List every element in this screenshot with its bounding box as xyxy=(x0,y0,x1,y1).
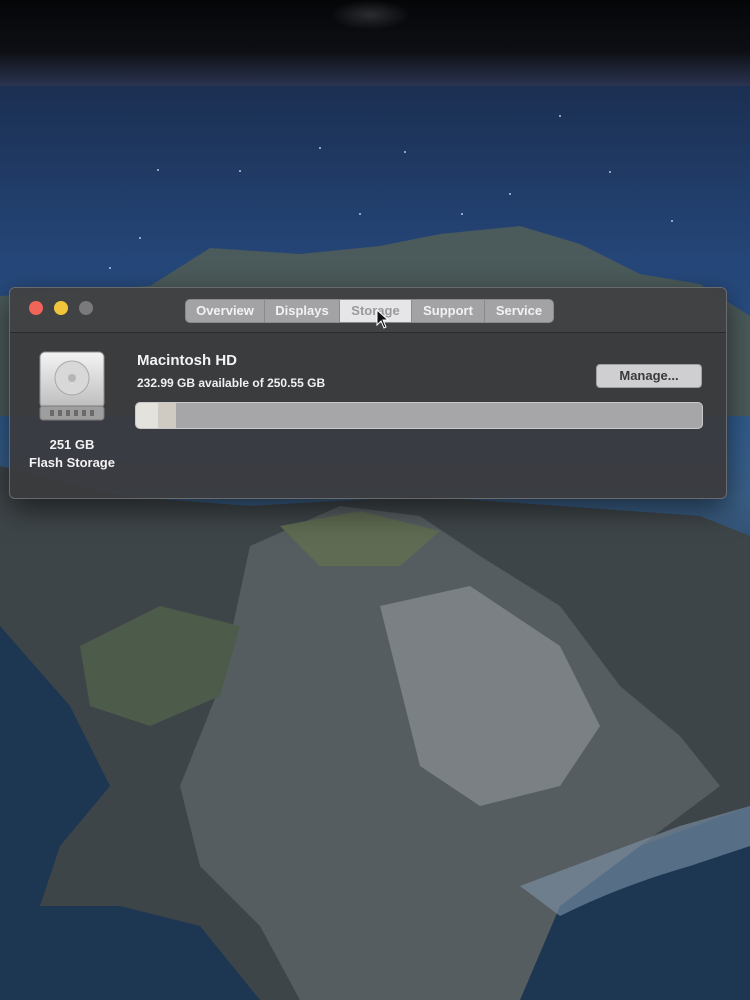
disk-caption: 251 GB Flash Storage xyxy=(10,436,134,472)
wallpaper-landscape xyxy=(0,115,750,1000)
mouse-pointer-icon xyxy=(376,309,390,329)
tab-bar: Overview Displays Storage Support Servic… xyxy=(185,299,554,323)
tab-service[interactable]: Service xyxy=(485,300,553,322)
hard-drive-icon xyxy=(39,351,105,421)
manage-button[interactable]: Manage... xyxy=(596,364,702,388)
minimize-icon[interactable] xyxy=(54,301,68,315)
storage-usage-bar xyxy=(135,402,703,429)
tab-support[interactable]: Support xyxy=(412,300,485,322)
zoom-icon xyxy=(79,301,93,315)
storage-other-segment xyxy=(158,403,176,428)
disk-capacity: 251 GB xyxy=(49,437,95,452)
storage-used-segment xyxy=(136,403,158,428)
close-icon[interactable] xyxy=(29,301,43,315)
about-this-mac-window: Overview Displays Storage Support Servic… xyxy=(9,287,727,499)
tab-overview[interactable]: Overview xyxy=(186,300,265,322)
tab-displays[interactable]: Displays xyxy=(265,300,340,322)
disk-type: Flash Storage xyxy=(29,455,115,470)
volume-availability: 232.99 GB available of 250.55 GB xyxy=(137,376,326,390)
camera-area xyxy=(330,0,410,30)
monitor-bezel xyxy=(0,0,750,86)
window-titlebar: Overview Displays Storage Support Servic… xyxy=(10,288,726,333)
volume-name: Macintosh HD xyxy=(137,352,238,369)
